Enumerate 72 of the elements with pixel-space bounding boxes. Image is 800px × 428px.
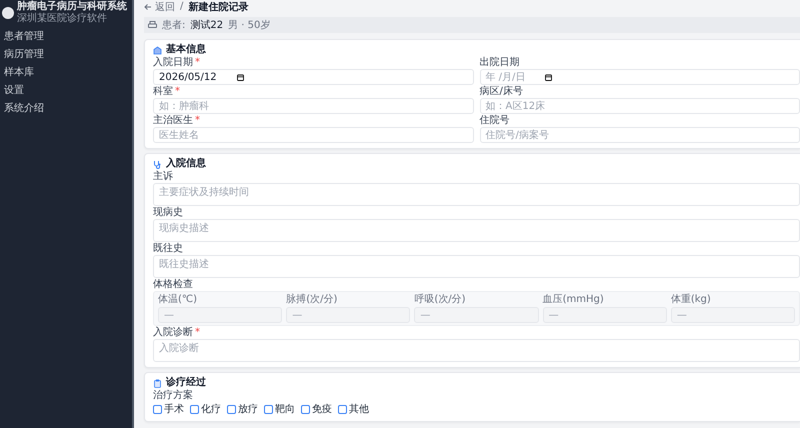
- checkbox[interactable]: [190, 404, 199, 414]
- section-title: 入院信息: [166, 158, 206, 170]
- checkbox-label: 靶向: [275, 403, 295, 416]
- app-title: 肿瘤电子病历与科研系统: [17, 1, 127, 12]
- checkbox[interactable]: [153, 404, 162, 414]
- clipboard-icon: [153, 378, 162, 388]
- field-label: 现病史: [153, 207, 183, 219]
- building-icon: [153, 46, 162, 54]
- field-label: 出院日期: [480, 57, 520, 69]
- text-area[interactable]: 现病史描述: [153, 219, 800, 242]
- checkbox-label: 其他: [349, 402, 369, 416]
- field-label: 主诉: [153, 171, 173, 183]
- vital-label: 体重(kg): [670, 294, 712, 306]
- sidebar-item[interactable]: 患者管理: [0, 28, 132, 46]
- vital-label: 血压(mmHg): [542, 294, 605, 306]
- sidebar-item[interactable]: 设置: [0, 82, 132, 100]
- field-label: 入院日期: [153, 57, 193, 69]
- checkbox-label: 化疗: [201, 402, 221, 416]
- vital-label: 脉搏(次/分): [286, 294, 338, 306]
- checkbox[interactable]: [338, 404, 347, 414]
- text-area[interactable]: 主要症状及持续时间: [153, 183, 800, 206]
- page-title: 新建住院记录: [188, 0, 248, 14]
- section-title: 基本信息: [166, 44, 206, 56]
- input-field[interactable]: —: [158, 307, 282, 323]
- sidebar-item[interactable]: 系统介绍: [0, 100, 132, 118]
- text-area[interactable]: 入院诊断: [153, 339, 800, 362]
- input-field[interactable]: —: [670, 307, 796, 323]
- breadcrumb-separator: /: [180, 1, 184, 12]
- field-label: 病区/床号: [480, 86, 523, 98]
- vital-label: 体温(℃): [158, 294, 198, 306]
- field-label: 科室: [153, 86, 173, 98]
- patient-name: 测试22: [190, 18, 224, 32]
- checkbox[interactable]: [264, 404, 273, 414]
- required-mark: *: [175, 86, 180, 97]
- patient-info: 男 · 50岁: [228, 18, 270, 32]
- field-label: 治疗方案: [153, 390, 193, 402]
- date-field[interactable]: 年 /月/日: [480, 69, 800, 85]
- field-label: 既往史: [153, 243, 183, 255]
- printer-icon: [148, 21, 157, 29]
- text-area[interactable]: 既往史描述: [153, 255, 800, 278]
- input-field[interactable]: 如：肿瘤科: [153, 98, 474, 114]
- input-field[interactable]: 医生姓名: [153, 127, 474, 143]
- required-mark: *: [195, 57, 200, 68]
- checkbox-label: 放疗: [238, 402, 258, 416]
- stethoscope-icon: [153, 160, 162, 168]
- checkbox[interactable]: [301, 404, 310, 414]
- field-label: 住院号: [480, 115, 510, 127]
- calendar-icon: [545, 74, 552, 80]
- checkbox-label: 手术: [164, 402, 184, 416]
- sidebar-item[interactable]: 样本库: [0, 64, 132, 82]
- field-label: 入院诊断: [153, 327, 193, 339]
- patient-label: 患者:: [162, 18, 186, 32]
- input-field[interactable]: —: [542, 307, 667, 323]
- vital-label: 呼吸(次/分): [414, 294, 467, 306]
- back-link[interactable]: 返回: [144, 0, 175, 14]
- section-title: 诊疗经过: [166, 377, 206, 389]
- date-field[interactable]: 2026/05/12: [153, 69, 474, 85]
- required-mark: *: [195, 327, 200, 338]
- sidebar-item[interactable]: 病历管理: [0, 46, 132, 64]
- input-field[interactable]: —: [286, 307, 410, 323]
- input-field[interactable]: 如：A区12床: [480, 98, 800, 114]
- input-field[interactable]: —: [414, 307, 539, 323]
- field-label: 主治医生: [153, 115, 193, 127]
- checkbox-label: 免疫: [312, 402, 332, 416]
- input-field[interactable]: 住院号/病案号: [480, 127, 800, 143]
- required-mark: *: [195, 115, 200, 126]
- arrow-left-icon: [144, 2, 152, 10]
- field-label: 体格检查: [153, 279, 193, 291]
- app-subtitle: 深圳某医院诊疗软件: [17, 13, 108, 24]
- logo-icon: [2, 6, 14, 18]
- calendar-icon: [236, 74, 244, 80]
- checkbox[interactable]: [227, 404, 236, 414]
